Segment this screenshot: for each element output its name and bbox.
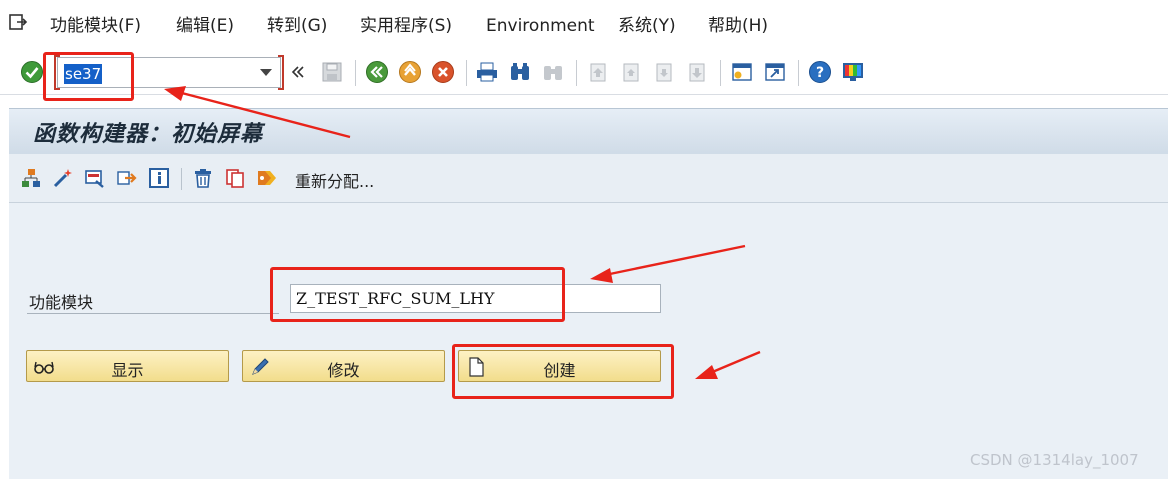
watermark: CSDN @1314lay_1007 [970, 451, 1139, 469]
annotation-arrows [164, 86, 761, 379]
